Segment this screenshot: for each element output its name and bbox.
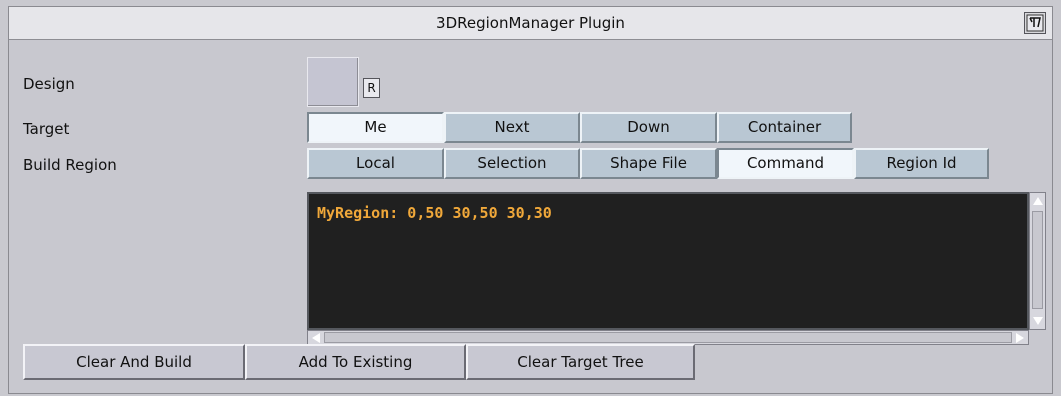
scroll-right-icon[interactable] (1016, 333, 1024, 343)
title-bar: 3DRegionManager Plugin (9, 7, 1052, 40)
build-selection-button[interactable]: Selection (444, 148, 580, 179)
clear-and-build-button[interactable]: Clear And Build (23, 344, 245, 380)
plugin-title: 3DRegionManager Plugin (436, 14, 625, 32)
horizontal-scrollbar[interactable] (307, 330, 1029, 345)
plugin-panel: 3DRegionManager Plugin Design Target Bui… (8, 6, 1053, 394)
target-me-button[interactable]: Me (307, 112, 444, 143)
scroll-down-icon[interactable] (1033, 317, 1043, 325)
target-next-button[interactable]: Next (444, 112, 580, 143)
design-label: Design (23, 75, 75, 93)
horizontal-scroll-thumb[interactable] (324, 332, 1012, 343)
target-container-button[interactable]: Container (717, 112, 852, 143)
build-shape-file-button[interactable]: Shape File (580, 148, 717, 179)
design-reset-button[interactable]: R (363, 78, 380, 98)
plugin-help-icon (1026, 14, 1044, 32)
vertical-scrollbar[interactable] (1029, 192, 1046, 330)
vertical-scroll-thumb[interactable] (1032, 211, 1043, 309)
scroll-left-icon[interactable] (312, 333, 320, 343)
target-label: Target (23, 120, 70, 138)
add-to-existing-button[interactable]: Add To Existing (245, 344, 466, 380)
command-text[interactable]: MyRegion: 0,50 30,50 30,30 (317, 204, 552, 222)
clear-target-tree-button[interactable]: Clear Target Tree (466, 344, 695, 380)
target-down-button[interactable]: Down (580, 112, 717, 143)
scroll-up-icon[interactable] (1033, 197, 1043, 205)
build-region-label: Build Region (23, 156, 117, 174)
build-region-id-button[interactable]: Region Id (854, 148, 989, 179)
corner-button[interactable] (1024, 12, 1046, 34)
command-textarea[interactable]: MyRegion: 0,50 30,50 30,30 (307, 192, 1029, 330)
build-local-button[interactable]: Local (307, 148, 444, 179)
build-command-button[interactable]: Command (717, 148, 854, 179)
design-swatch[interactable] (307, 57, 359, 107)
